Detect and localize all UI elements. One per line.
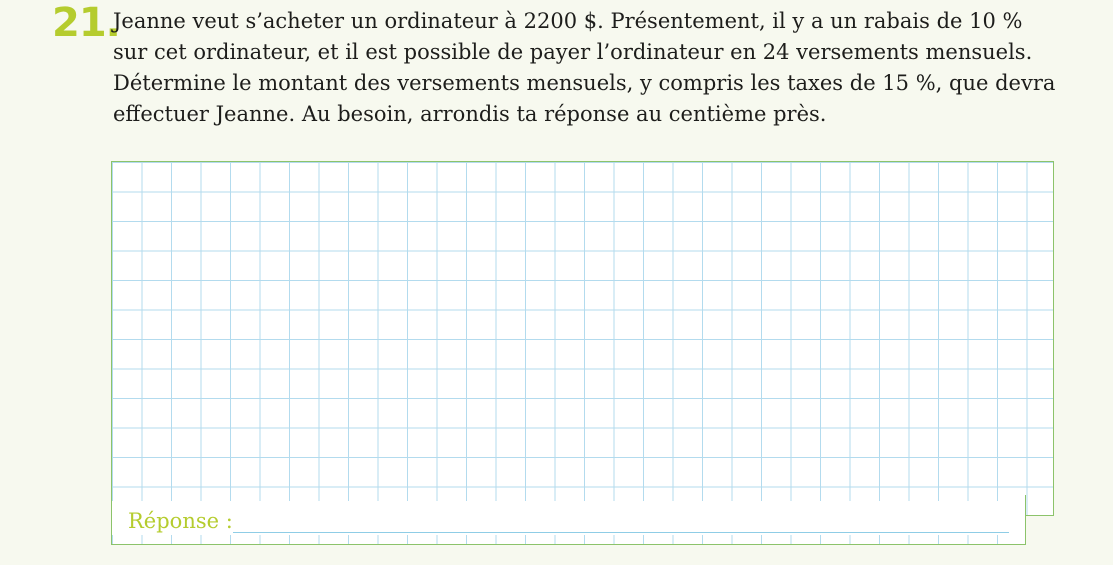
question-line: Détermine le montant des versements mens… (113, 71, 1056, 95)
question-line: sur cet ordinateur, et il est possible d… (113, 40, 1033, 64)
work-grid[interactable] (111, 161, 1054, 516)
question-number: 21. (52, 0, 121, 46)
answer-label: Réponse : (128, 509, 233, 533)
answer-input-line[interactable] (233, 532, 1009, 533)
question-line: effectuer Jeanne. Au besoin, arrondis ta… (113, 102, 827, 126)
answer-area: Réponse : (111, 495, 1026, 545)
question-line: Jeanne veut s’acheter un ordinateur à 22… (113, 9, 1023, 33)
answer-strip: Réponse : (112, 501, 1025, 535)
question-text: Jeanne veut s’acheter un ordinateur à 22… (113, 6, 1103, 130)
